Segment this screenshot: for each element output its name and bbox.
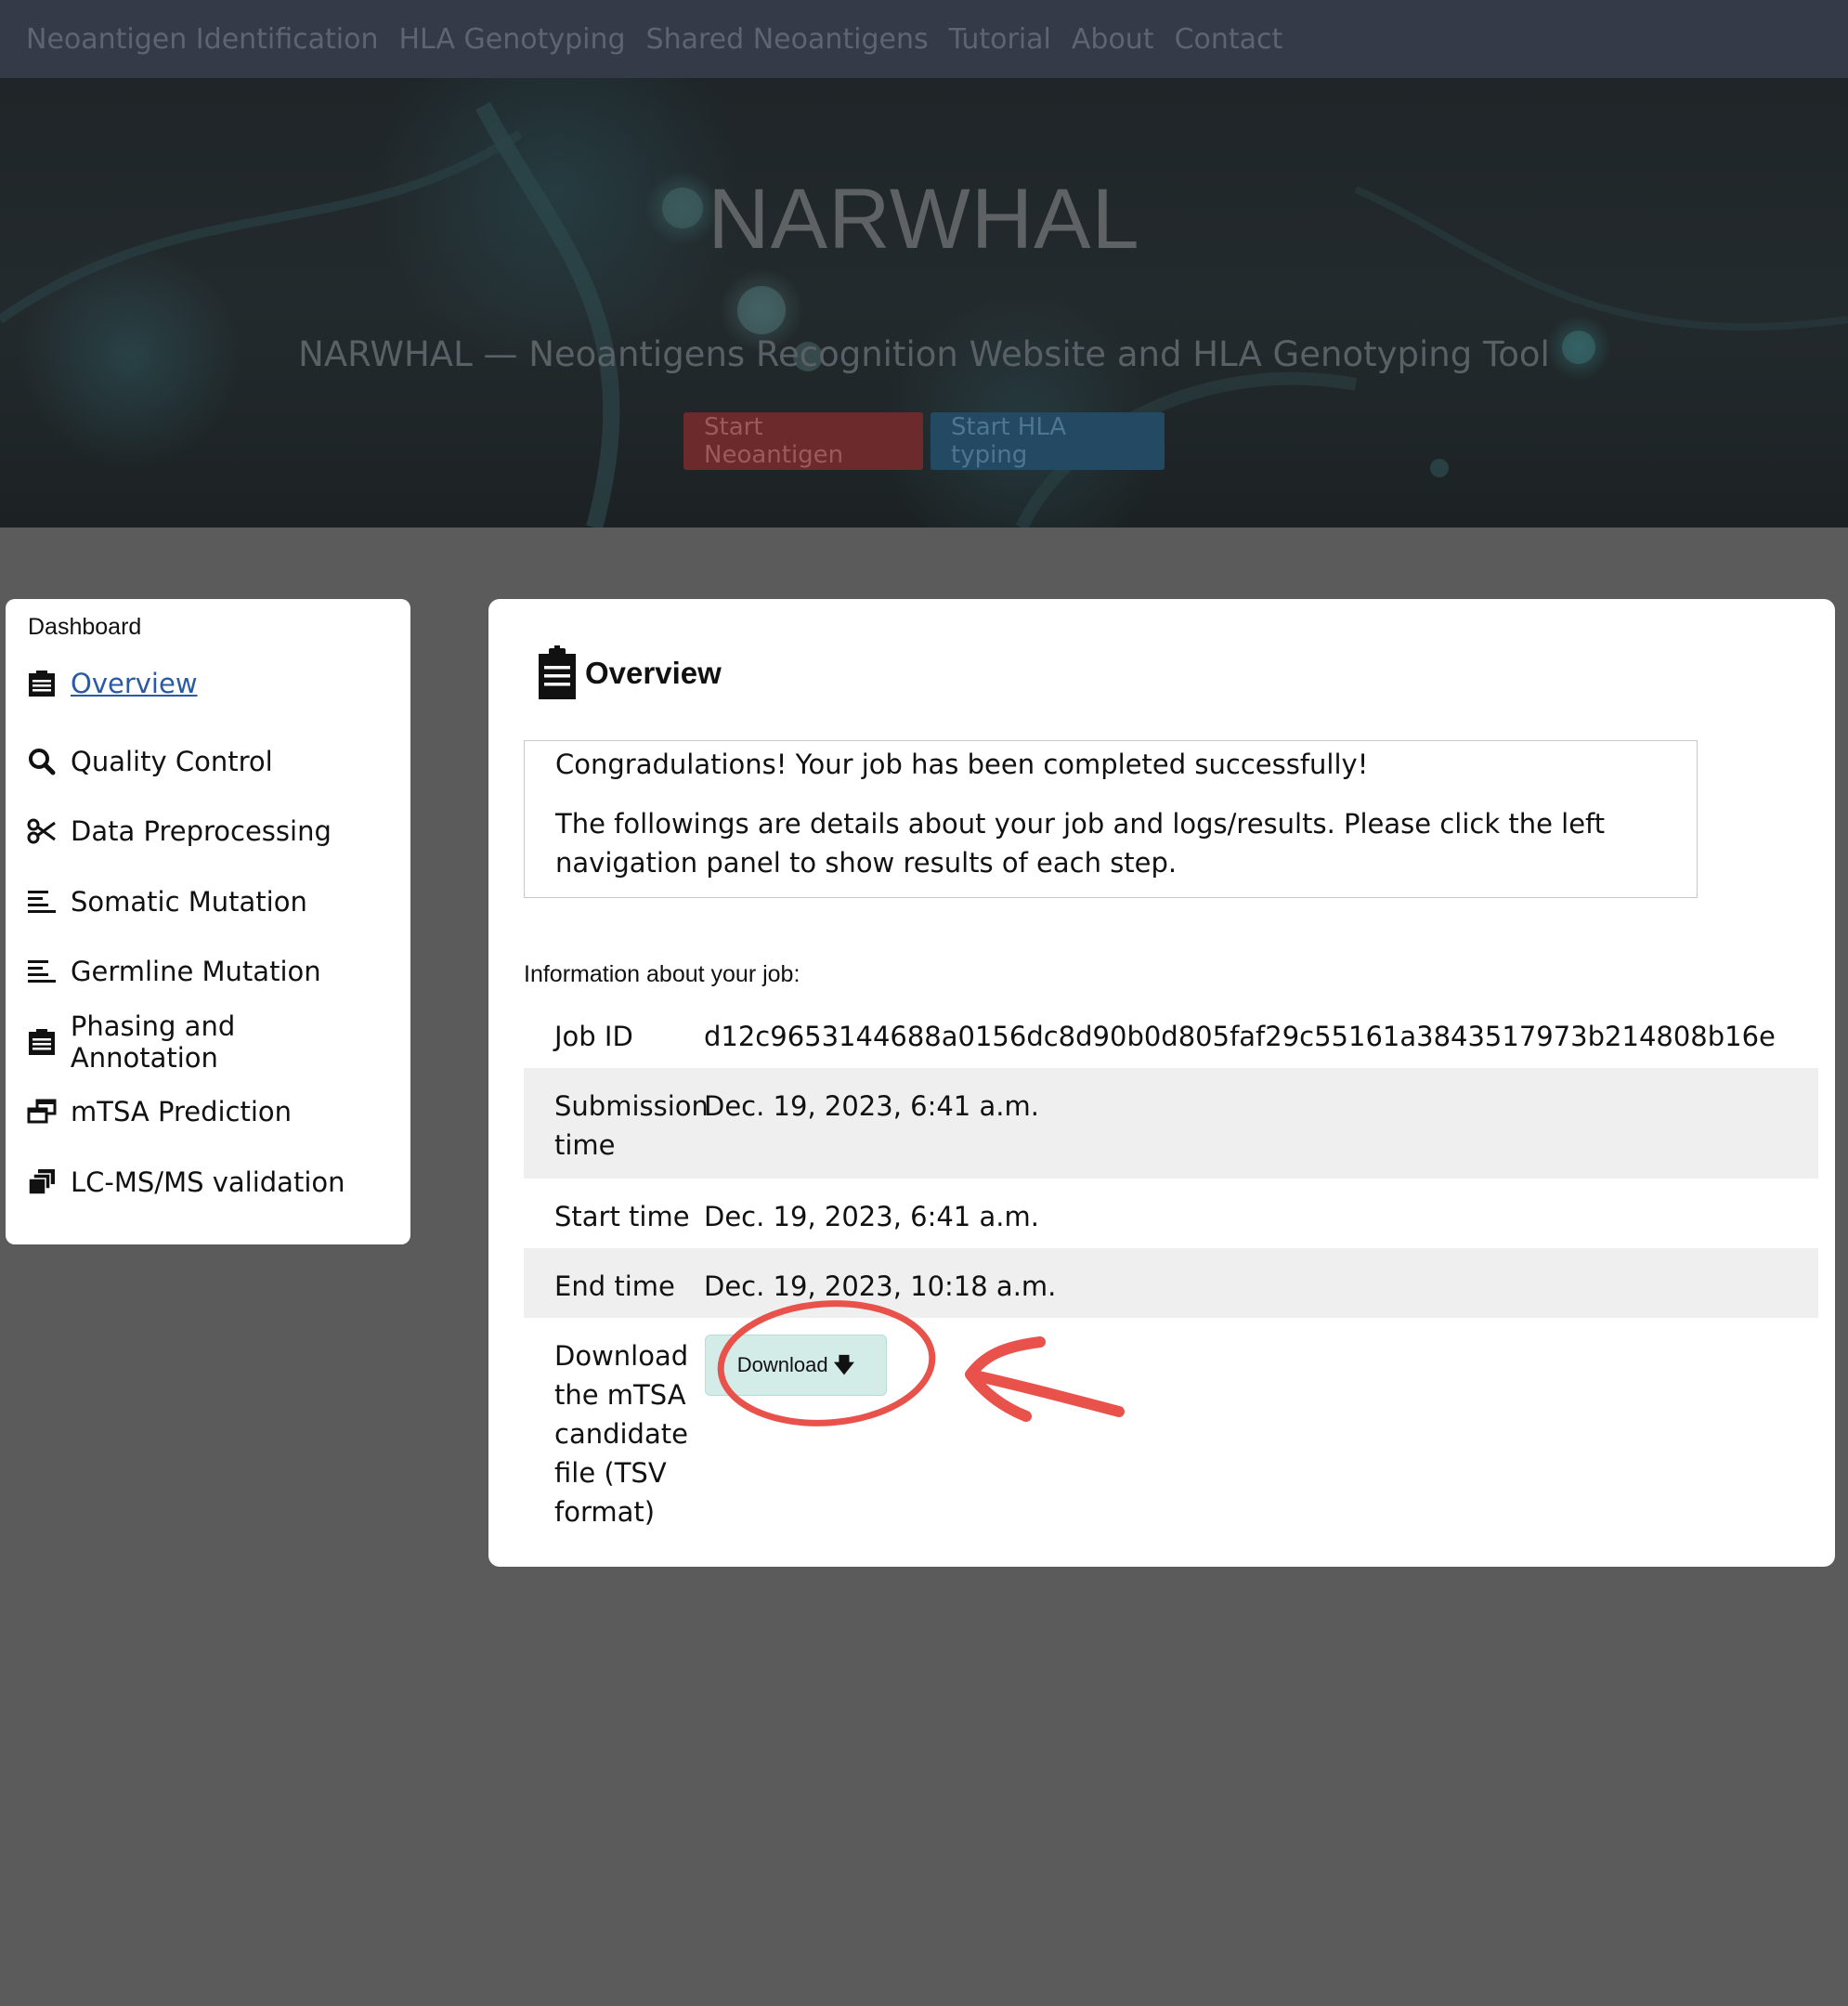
hero-banner: NARWHAL NARWHAL — Neoantigens Recognitio…: [0, 78, 1848, 528]
align-left-icon: [26, 956, 58, 987]
job-info-label: Information about your job:: [524, 961, 800, 987]
nav-hla-genotyping[interactable]: HLA Genotyping: [399, 23, 626, 56]
nav-tutorial[interactable]: Tutorial: [949, 23, 1051, 56]
sidebar-item-label: mTSA Prediction: [71, 1096, 293, 1128]
table-row: Job ID d12c9653144688a0156dc8d90b0d805fa…: [524, 998, 1818, 1068]
start-hla-typing-button[interactable]: Start HLA typing: [931, 412, 1165, 470]
sidebar-item-phasing-and-annotation[interactable]: Phasing and Annotation: [26, 1007, 390, 1077]
row-key: Download the mTSA candidate file (TSV fo…: [554, 1340, 689, 1528]
success-message: Congradulations! Your job has been compl…: [555, 749, 1369, 780]
site-subtitle: NARWHAL — Neoantigens Recognition Websit…: [298, 334, 1550, 374]
sidebar-item-overview[interactable]: Overview: [26, 658, 390, 710]
panel-heading: Overview: [537, 645, 722, 701]
notice-details: The followings are details about your jo…: [555, 808, 1606, 879]
scissors-icon: [26, 815, 58, 847]
pointer-arrow-icon: [965, 1336, 1125, 1422]
sidebar-item-label: Data Preprocessing: [71, 815, 332, 848]
nav-neoantigen-identification[interactable]: Neoantigen Identification: [26, 23, 379, 56]
stack-icon: [26, 1166, 58, 1198]
row-key: Start time: [554, 1201, 690, 1232]
top-navigation: Neoantigen Identification HLA Genotyping…: [0, 0, 1848, 78]
sidebar-item-quality-control[interactable]: Quality Control: [26, 726, 390, 797]
submission-time-value: Dec. 19, 2023, 6:41 a.m.: [704, 1090, 1039, 1122]
sidebar-item-label: Phasing and Annotation: [70, 1010, 236, 1074]
job-info-table: Job ID d12c9653144688a0156dc8d90b0d805fa…: [524, 998, 1818, 1550]
nav-about[interactable]: About: [1072, 23, 1154, 56]
search-icon: [26, 746, 58, 777]
sidebar-item-label: Quality Control: [71, 745, 273, 777]
nav-contact[interactable]: Contact: [1175, 23, 1283, 56]
sidebar-item-label: Overview: [71, 668, 198, 699]
sidebar-item-label: LC-MS/MS validation: [71, 1166, 345, 1198]
sidebar-item-mtsa-prediction[interactable]: mTSA Prediction: [26, 1077, 390, 1148]
site-title: NARWHAL: [708, 172, 1140, 267]
start-neoantigen-button[interactable]: Start Neoantigen: [683, 412, 923, 470]
row-key: Submission time: [554, 1090, 709, 1161]
align-left-icon: [26, 886, 58, 918]
sidebar-item-label: Somatic Mutation: [71, 885, 307, 918]
row-key: End time: [554, 1270, 675, 1302]
table-row: Submission time Dec. 19, 2023, 6:41 a.m.: [524, 1068, 1818, 1179]
nav-shared-neoantigens[interactable]: Shared Neoantigens: [646, 23, 929, 56]
sidebar-item-data-preprocessing[interactable]: Data Preprocessing: [26, 797, 390, 867]
hero-buttons: Start Neoantigen Start HLA typing: [0, 412, 1848, 470]
overview-panel: Overview Congradulations! Your job has b…: [488, 599, 1835, 1567]
highlight-annotation: [717, 1300, 1125, 1426]
sidebar-item-lc-ms-ms-validation[interactable]: LC-MS/MS validation: [26, 1147, 390, 1218]
sidebar-item-somatic-mutation[interactable]: Somatic Mutation: [26, 866, 390, 937]
sidebar-list: Overview Quality Control Data Preprocess…: [26, 658, 390, 1218]
table-row: Start time Dec. 19, 2023, 6:41 a.m.: [524, 1179, 1818, 1248]
sidebar-item-label: Germline Mutation: [71, 956, 321, 988]
start-time-value: Dec. 19, 2023, 6:41 a.m.: [704, 1201, 1039, 1232]
windows-icon: [26, 1096, 58, 1127]
job-id-value: d12c9653144688a0156dc8d90b0d805faf29c551…: [704, 1021, 1776, 1052]
clipboard-icon: [26, 1026, 58, 1058]
clipboard-icon: [537, 645, 578, 701]
sidebar-header: Dashboard: [28, 614, 142, 640]
clipboard-icon: [26, 668, 58, 699]
success-notice: Congradulations! Your job has been compl…: [524, 740, 1698, 898]
row-key: Job ID: [554, 1021, 633, 1052]
page-title: Overview: [585, 656, 722, 690]
dashboard-sidebar: Dashboard Overview Quality Control Data …: [6, 599, 410, 1244]
sidebar-item-germline-mutation[interactable]: Germline Mutation: [26, 937, 390, 1008]
highlight-circle-icon: [717, 1300, 936, 1426]
